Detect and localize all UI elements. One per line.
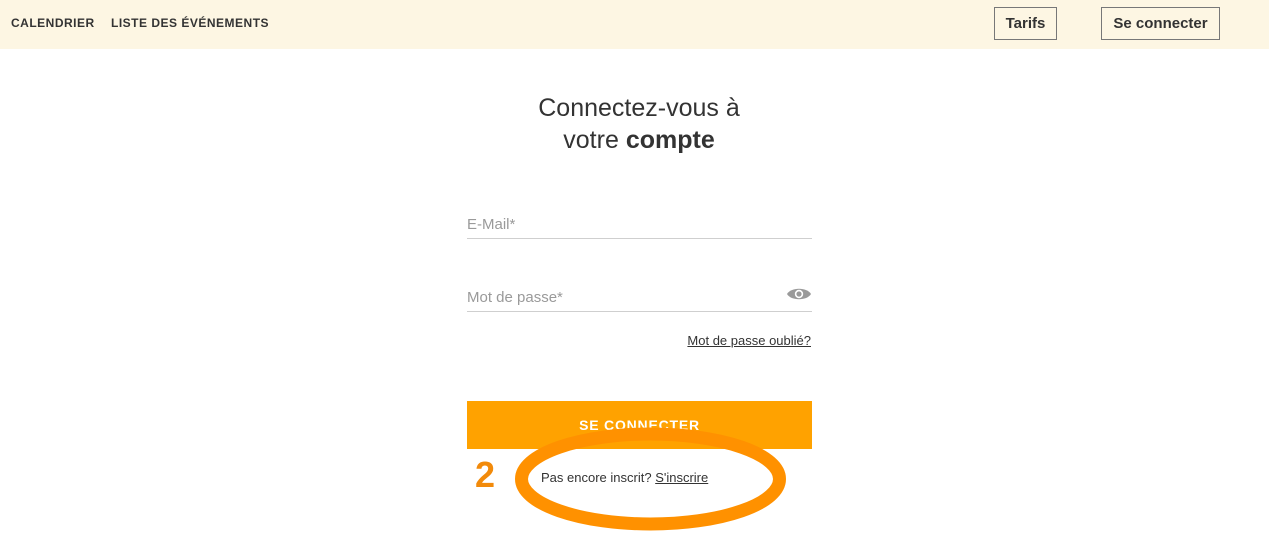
title-line-2: votre compte (439, 124, 839, 156)
email-input[interactable] (467, 208, 812, 236)
header-login-button[interactable]: Se connecter (1101, 7, 1220, 40)
signup-link[interactable]: S'inscrire (655, 470, 708, 485)
nav-calendar-link[interactable]: CALENDRIER (11, 16, 95, 30)
nav-events-list-link[interactable]: LISTE DES ÉVÉNEMENTS (111, 16, 269, 30)
signup-prompt-text: Pas encore inscrit? (541, 470, 652, 485)
forgot-password-link[interactable]: Mot de passe oublié? (600, 333, 811, 348)
tarifs-button[interactable]: Tarifs (994, 7, 1057, 40)
title-line-1: Connectez-vous à (538, 94, 740, 122)
page-title: Connectez-vous à votre compte (439, 92, 839, 156)
signup-prompt: Pas encore inscrit? S'inscrire (541, 470, 708, 485)
annotation-step-number: 2 (475, 454, 496, 495)
eye-icon[interactable] (786, 285, 812, 303)
password-input[interactable] (467, 281, 767, 309)
password-field-container (467, 281, 812, 312)
top-navigation-bar: CALENDRIER LISTE DES ÉVÉNEMENTS Tarifs S… (0, 0, 1269, 49)
title-line-2-bold: compte (625, 126, 715, 154)
email-field-container (467, 208, 812, 239)
title-line-2-prefix: votre (563, 126, 626, 154)
login-submit-button[interactable]: SE CONNECTER (467, 401, 812, 449)
